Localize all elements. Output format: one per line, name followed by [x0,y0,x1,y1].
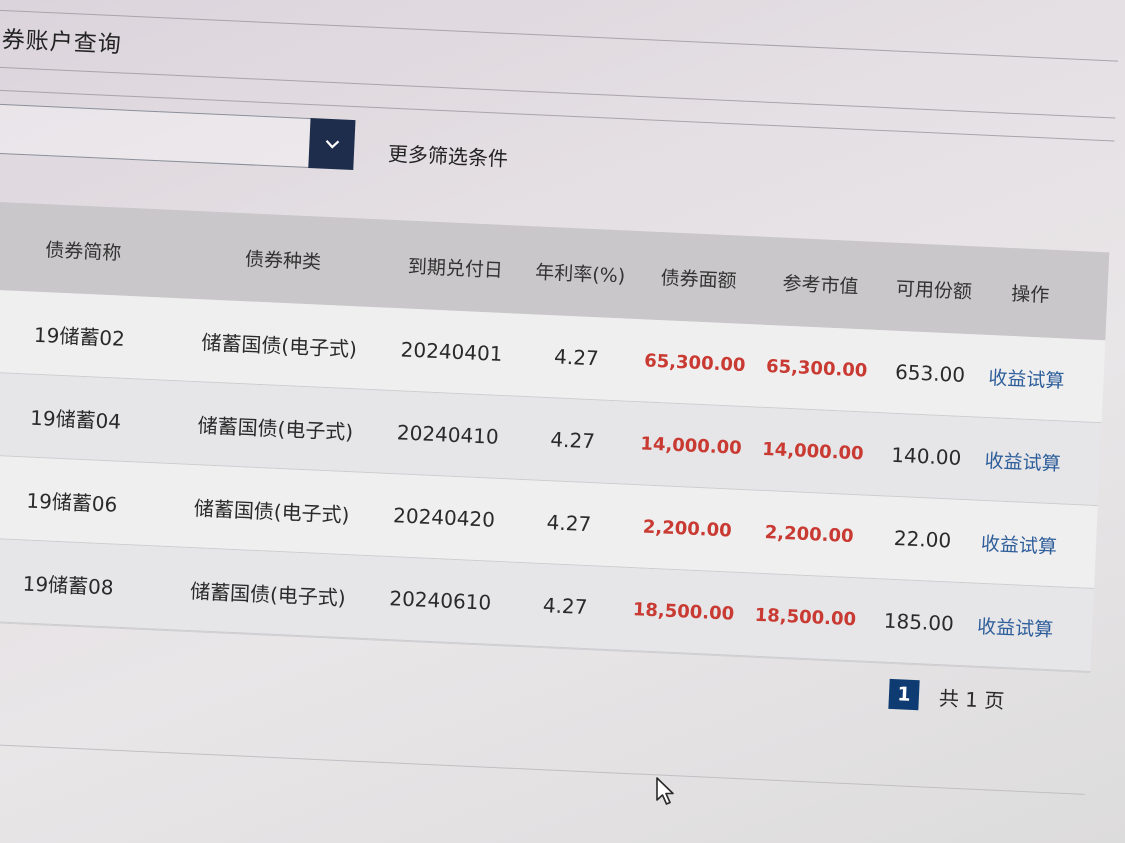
page-title: 债券账户查询 [0,25,123,59]
available-shares-cell: 140.00 [890,442,962,470]
bond-type-cell: 储蓄国债(电子式) [189,578,347,610]
available-shares-cell: 185.00 [883,608,955,636]
maturity-date-cell: 20240410 [396,420,500,449]
account-select-dropdown-button[interactable] [308,118,356,171]
market-value-cell: 14,000.00 [761,438,865,464]
available-shares-cell: 653.00 [894,359,966,387]
maturity-date-cell: 20240610 [388,586,492,615]
available-shares-cell: 22.00 [893,525,952,553]
yield-calc-link[interactable]: 收益试算 [978,445,1067,476]
annual-rate-cell: 4.27 [542,593,588,620]
mouse-cursor-icon [656,777,674,805]
face-value-cell: 2,200.00 [642,516,733,542]
bond-name-cell: 19储蓄08 [22,570,115,600]
market-value-cell: 18,500.00 [754,604,857,630]
header-annual-rate: 年利率(%) [534,260,626,287]
chevron-down-icon [325,140,339,149]
face-value-cell: 14,000.00 [639,432,743,459]
header-bond-type: 债券种类 [244,247,322,274]
header-available-shares: 可用份额 [895,277,973,303]
bond-type-cell: 储蓄国债(电子式) [197,412,354,444]
annual-rate-cell: 4.27 [549,427,596,454]
bond-name-cell: 19储蓄04 [29,405,122,434]
bond-type-cell: 储蓄国债(电子式) [200,329,358,361]
header-market-value: 参考市值 [782,272,859,298]
bond-name-cell: 19储蓄06 [25,488,118,517]
maturity-date-cell: 20240401 [400,337,503,366]
page-number-current[interactable]: 1 [888,678,920,711]
page-total-label: 共 1 页 [938,685,1005,713]
header-bond-name: 债券简称 [44,238,122,265]
maturity-date-cell: 20240420 [392,503,496,532]
face-value-cell: 18,500.00 [632,598,735,625]
screen-photo: 债券账户查询 更多筛选条件 债券简称 债券种类 到期兑付日 年利率(%) 债券面… [0,0,1125,843]
bond-type-cell: 储蓄国债(电子式) [193,495,350,527]
header-operation: 操作 [1010,282,1050,307]
top-divider [0,7,1118,62]
yield-calc-link[interactable]: 收益试算 [971,611,1060,642]
title-divider [0,64,1116,119]
bond-account-panel: 债券账户查询 更多筛选条件 债券简称 债券种类 到期兑付日 年利率(%) 债券面… [0,0,1119,802]
pagination: 1 共 1 页 [888,678,1005,714]
more-filters-link[interactable]: 更多筛选条件 [387,138,508,172]
account-select[interactable] [0,101,312,169]
market-value-cell: 65,300.00 [765,355,868,382]
bond-name-cell: 19储蓄02 [33,322,126,351]
bond-table: 债券简称 债券种类 到期兑付日 年利率(%) 债券面额 参考市值 可用份额 操作… [0,199,1110,673]
header-face-value: 债券面额 [660,266,738,293]
yield-calc-link[interactable]: 收益试算 [982,362,1071,393]
annual-rate-cell: 4.27 [546,510,592,537]
bottom-divider [0,741,1085,795]
market-value-cell: 2,200.00 [764,521,855,547]
yield-calc-link[interactable]: 收益试算 [974,528,1063,559]
annual-rate-cell: 4.27 [553,344,600,371]
header-maturity-date: 到期兑付日 [407,255,504,282]
face-value-cell: 65,300.00 [643,349,746,376]
